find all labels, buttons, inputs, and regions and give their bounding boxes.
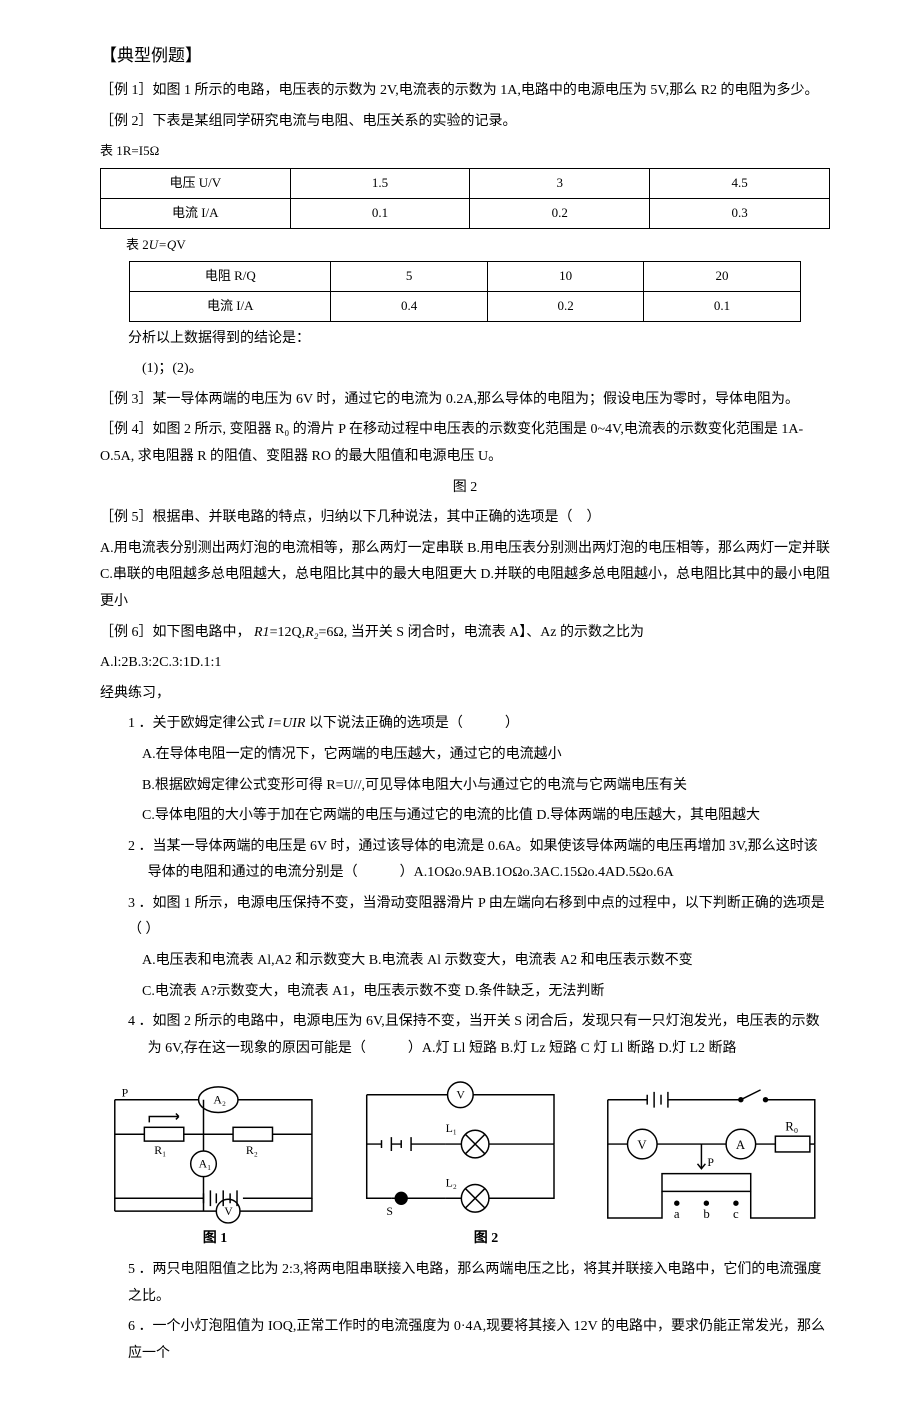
svg-text:c: c	[733, 1207, 739, 1221]
cell: 电流 I/A	[130, 291, 331, 321]
cell: 0.1	[644, 291, 800, 321]
example-3: ［例 3］某一导体两端的电压为 6V 时，通过它的电流为 0.2A,那么导体的电…	[100, 387, 830, 414]
svg-text:R₀: R₀	[786, 1120, 799, 1134]
figure-3-svg: P V A R₀ a b c	[593, 1074, 830, 1224]
diagram-row: P A₂ R₁ R₂ A₁ V V L₁ S L₂	[100, 1074, 830, 1224]
cell: 10	[487, 262, 643, 292]
example-6-options: A.l:2B.3:2C.3:1D.1:1	[100, 650, 830, 677]
q1-a: A.在导体电阻一定的情况下，它两端的电压越大，通过它的电流越小	[100, 742, 830, 769]
example-4: ［例 4］如图 2 所示, 变阻器 R₀ 的滑片 P 在移动过程中电压表的示数变…	[100, 417, 830, 470]
ex6-var-r2: R₂	[305, 625, 318, 640]
cell: 电阻 R/Q	[130, 262, 331, 292]
svg-text:A₂: A₂	[213, 1093, 226, 1107]
ex6-text-a: ［例 6］如下图电路中，	[100, 625, 251, 640]
example-5: ［例 5］根据串、并联电路的特点，归纳以下几种说法，其中正确的选项是（ ）	[100, 505, 830, 532]
svg-text:P: P	[122, 1086, 129, 1100]
blanks-text: (1)；(2)。	[100, 356, 830, 383]
q2: 2 ．当某一导体两端的电压是 6V 时，通过该导体的电流是 0.6A。如果使该导…	[100, 834, 830, 887]
cell: 1.5	[290, 169, 470, 199]
cell: 电压 U/V	[101, 169, 291, 199]
q4: 4 ．如图 2 所示的电路中，电源电压为 6V,且保持不变，当开关 S 闭合后，…	[100, 1009, 830, 1062]
example-6: ［例 6］如下图电路中， R1=12Q,R₂=6Ω, 当开关 S 闭合时，电流表…	[100, 620, 830, 647]
table-row: 电压 U/V 1.5 3 4.5	[101, 169, 830, 199]
q3-a: A.电压表和电流表 Al,A2 和示数变大 B.电流表 Al 示数变大，电流表 …	[100, 948, 830, 975]
figure-2-svg: V L₁ S L₂	[347, 1074, 574, 1224]
ex6-var-r1: R1	[254, 625, 270, 640]
cell: 电流 I/A	[101, 198, 291, 228]
table-1: 电压 U/V 1.5 3 4.5 电流 I/A 0.1 0.2 0.3	[100, 168, 830, 228]
analysis-text: 分析以上数据得到的结论是：	[100, 326, 830, 353]
table-row: 电阻 R/Q 5 10 20	[130, 262, 801, 292]
cell: 20	[644, 262, 800, 292]
cell: 5	[331, 262, 487, 292]
q1: 1 ．关于欧姆定律公式 I=UIR 以下说法正确的选项是（ ）	[100, 711, 830, 738]
table1-caption: 表 1R=I5Ω	[100, 139, 830, 164]
svg-text:R₁: R₁	[154, 1143, 166, 1157]
figure-2-label: 图 2	[366, 1226, 606, 1253]
ex6-text-b: =12Q,	[270, 625, 306, 640]
svg-text:L₁: L₁	[445, 1122, 456, 1136]
figure-1-label: 图 1	[100, 1226, 330, 1253]
table-row: 电流 I/A 0.4 0.2 0.1	[130, 291, 801, 321]
cell: 0.3	[650, 198, 830, 228]
svg-text:a: a	[674, 1207, 680, 1221]
svg-text:A: A	[736, 1138, 746, 1152]
cell: 3	[470, 169, 650, 199]
example-5-options: A.用电流表分别测出两灯泡的电流相等，那么两灯一定串联 B.用电压表分别测出两灯…	[100, 536, 830, 616]
svg-text:P: P	[708, 1155, 715, 1169]
figure-1-svg: P A₂ R₁ R₂ A₁ V	[100, 1074, 327, 1224]
q5: 5 ．两只电阻阻值之比为 2:3,将两电阻串联接入电路，那么两端电压之比，将其并…	[100, 1257, 830, 1310]
page-heading: 【典型例题】	[100, 40, 830, 72]
figure-label-row: 图 1 图 2	[100, 1226, 830, 1253]
example-1: ［例 1］如图 1 所示的电路，电压表的示数为 2V,电流表的示数为 1A,电路…	[100, 78, 830, 105]
svg-text:L₂: L₂	[445, 1176, 456, 1190]
ex6-text-c: =6Ω, 当开关 S 闭合时，电流表 A】、Az 的示数之比为	[319, 625, 645, 640]
svg-text:A₁: A₁	[199, 1157, 212, 1171]
figure-2-caption: 图 2	[100, 475, 830, 502]
q3: 3 ．如图 1 所示，电源电压保持不变，当滑动变阻器滑片 P 由左端向右移到中点…	[100, 891, 830, 944]
cell: 0.2	[470, 198, 650, 228]
cell: 0.2	[487, 291, 643, 321]
q6: 6 ．一个小灯泡阻值为 IOQ,正常工作时的电流强度为 0·4A,现要将其接入 …	[100, 1314, 830, 1367]
svg-text:b: b	[704, 1207, 710, 1221]
cell: 0.4	[331, 291, 487, 321]
svg-text:V: V	[224, 1204, 233, 1218]
example-2: ［例 2］下表是某组同学研究电流与电阻、电压关系的实验的记录。	[100, 109, 830, 136]
table-2: 电阻 R/Q 5 10 20 电流 I/A 0.4 0.2 0.1	[129, 261, 801, 321]
svg-text:R₂: R₂	[246, 1143, 258, 1157]
cell: 4.5	[650, 169, 830, 199]
practice-title: 经典练习，	[100, 681, 830, 708]
q3-b: C.电流表 A?示数变大，电流表 A1，电压表示数不变 D.条件缺乏，无法判断	[100, 979, 830, 1006]
cell: 0.1	[290, 198, 470, 228]
table-row: 电流 I/A 0.1 0.2 0.3	[101, 198, 830, 228]
table2-caption: 表 2U=QV	[100, 233, 830, 258]
q1-c: C.导体电阻的大小等于加在它两端的电压与通过它的电流的比值 D.导体两端的电压越…	[100, 803, 830, 830]
q1-b: B.根据欧姆定律公式变形可得 R=U//,可见导体电阻大小与通过它的电流与它两端…	[100, 773, 830, 800]
svg-text:V: V	[638, 1138, 648, 1152]
svg-text:S: S	[386, 1204, 393, 1218]
svg-text:V: V	[456, 1088, 465, 1102]
